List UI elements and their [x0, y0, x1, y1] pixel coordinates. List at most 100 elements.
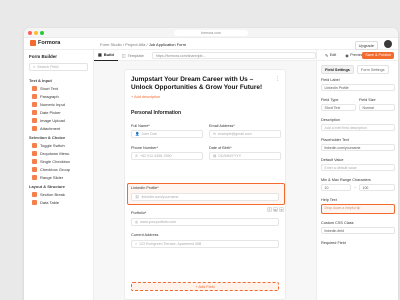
- paperclip-icon: [32, 125, 37, 131]
- dob-input[interactable]: ▤ DD/MM/YYYY: [209, 152, 281, 160]
- sidebar-item-label: Numeric Input: [40, 101, 65, 107]
- edit-button[interactable]: ✎ Edit: [325, 53, 336, 58]
- breadcrumb-item[interactable]: Project Alfa: [125, 42, 145, 47]
- sidebar-item-numeric-input[interactable]: Numeric Input: [24, 100, 93, 108]
- browser-url[interactable]: formora.com: [174, 30, 248, 36]
- upgrade-button[interactable]: Upgrade: [354, 40, 378, 50]
- minimize-dot-icon[interactable]: [34, 31, 38, 35]
- email-placeholder: example@gmail.com: [218, 132, 252, 136]
- sidebar-item-paragraph[interactable]: Paragraph: [24, 92, 93, 100]
- range-separator: –: [354, 185, 357, 189]
- sidebar-item-label: Date Picker: [40, 109, 61, 115]
- search-input[interactable]: ⌕ Search Field: [29, 63, 88, 71]
- field-label: Phone Number*: [131, 146, 159, 150]
- sidebar-item-label: Checkbox Group: [40, 166, 71, 172]
- form-canvas: Jumpstart Your Dream Career with Us – Un…: [94, 61, 316, 300]
- save-publish-button[interactable]: Save & Publish: [362, 52, 394, 59]
- more-options-icon[interactable]: ⋮: [275, 76, 280, 82]
- address-input[interactable]: ⌖ 123 Evergreen Terrace, Apartment 45B: [131, 240, 279, 248]
- settings-panel: Field Settings Form Settings Field Label…: [316, 61, 398, 300]
- sidebar-item-label: Single Checkbox: [40, 158, 71, 164]
- setting-label: Custom CSS Class: [321, 221, 354, 225]
- sidebar-item-attachment[interactable]: Attachment: [24, 124, 93, 132]
- css-class-input[interactable]: linkedin-field: [321, 227, 395, 234]
- help-text-input[interactable]: Drop down a helpful tip: [321, 204, 395, 214]
- field-label: Date of Birth*: [209, 146, 232, 150]
- linkedin-input[interactable]: ⛓ linkedin.com/yourname: [131, 193, 279, 201]
- maximize-dot-icon[interactable]: [40, 31, 44, 35]
- drag-handle-icon[interactable]: ⠿: [267, 207, 272, 212]
- add-description-link[interactable]: + Add description: [131, 95, 160, 99]
- build-icon: ▦: [98, 52, 102, 57]
- tab-form-settings[interactable]: Form Settings: [356, 65, 389, 74]
- section-title[interactable]: Personal Information: [131, 110, 181, 116]
- min-chars-input[interactable]: 10: [321, 184, 351, 191]
- sidebar-item-checkbox-group[interactable]: Checkbox Group: [24, 165, 93, 173]
- sidebar-item-range-slider[interactable]: Range Slider: [24, 173, 93, 181]
- dob-placeholder: DD/MM/YYYY: [218, 154, 242, 158]
- avatar[interactable]: [384, 40, 392, 48]
- sidebar-item-image-upload[interactable]: Image Upload: [24, 116, 93, 124]
- dropdown-icon: [32, 150, 37, 156]
- field-type-select[interactable]: Short Text: [321, 104, 356, 111]
- setting-label: Description: [321, 118, 340, 122]
- app-window: formora.com Formora Form Studio / Projec…: [24, 28, 398, 300]
- setting-label: Help Text: [321, 198, 337, 202]
- tab-field-settings[interactable]: Field Settings: [321, 65, 354, 74]
- email-input[interactable]: ✉ example@gmail.com: [209, 130, 281, 138]
- checkbox-group-icon: [32, 166, 37, 172]
- section-break-icon: [32, 191, 37, 197]
- sidebar-item-data-table[interactable]: Data Table: [24, 198, 93, 206]
- linkedin-placeholder: linkedin.com/yourname: [141, 195, 179, 199]
- sidebar-item-label: Attachment: [40, 125, 61, 131]
- field-size-select[interactable]: Normal: [359, 104, 395, 111]
- number-icon: [32, 101, 37, 107]
- sidebar-item-toggle-switch[interactable]: Toggle Switch: [24, 141, 93, 149]
- sidebar-item-single-checkbox[interactable]: Single Checkbox: [24, 157, 93, 165]
- sidebar: Form Builder ⌕ Search Field Text & Input…: [24, 50, 94, 300]
- full-name-input[interactable]: 👤 John Doe: [131, 130, 203, 138]
- phone-icon: ✆: [135, 154, 139, 158]
- add-field-button[interactable]: + Add Field: [131, 282, 279, 291]
- sidebar-item-dropdown-menu[interactable]: Dropdown Menu: [24, 149, 93, 157]
- sidebar-item-label: Short Text: [40, 85, 58, 91]
- field-label-input[interactable]: LinkedIn Profile: [321, 84, 395, 91]
- form-card: Jumpstart Your Dream Career with Us – Un…: [124, 69, 286, 300]
- default-value-input[interactable]: Enter a default value: [321, 164, 395, 171]
- field-label: LinkedIn Profile*: [131, 186, 159, 190]
- sidebar-title: Form Builder: [29, 54, 58, 59]
- sidebar-item-label: Range Slider: [40, 174, 64, 180]
- sidebar-item-short-text[interactable]: Short Text: [24, 84, 93, 92]
- description-input[interactable]: Add a brief field description: [321, 124, 395, 131]
- sidebar-item-label: Toggle Switch: [40, 142, 65, 148]
- tab-build-label: Build: [103, 52, 114, 57]
- max-chars-input[interactable]: 100: [359, 184, 395, 191]
- close-dot-icon[interactable]: [28, 31, 32, 35]
- copy-icon[interactable]: ⧉: [273, 207, 278, 212]
- setting-label: Field Size: [359, 98, 376, 102]
- tab-template-label: Template: [127, 52, 144, 58]
- tab-template[interactable]: ◫ Template: [118, 50, 148, 61]
- share-url-field[interactable]: https://formora.com/share/job...: [151, 51, 316, 59]
- search-icon: ⌕: [33, 65, 36, 69]
- browser-chrome: formora.com: [24, 28, 398, 38]
- setting-label: Min & Max Range Characters: [321, 178, 371, 182]
- trash-icon[interactable]: ✕: [279, 207, 284, 212]
- preview-button[interactable]: ◉ Preview: [345, 53, 363, 58]
- app-header: Formora Form Studio / Project Alfa / Job…: [24, 38, 398, 50]
- tab-build[interactable]: ▦ Build: [94, 50, 118, 61]
- sidebar-section-title: Selection & Choice: [29, 135, 66, 140]
- portfolio-input[interactable]: ◍ www.yourportfolio.com: [131, 218, 279, 226]
- brand-name: Formora: [38, 40, 61, 46]
- form-title[interactable]: Jumpstart Your Dream Career with Us – Un…: [131, 76, 271, 92]
- placeholder-text-input[interactable]: linkedin.com/yourname: [321, 144, 395, 151]
- brand[interactable]: Formora: [30, 40, 60, 46]
- setting-label: Default Value: [321, 158, 344, 162]
- phone-input[interactable]: ✆ +62 012-3456-7890: [131, 152, 203, 160]
- screenshot-frame: formora.com Formora Form Studio / Projec…: [0, 0, 400, 300]
- sidebar-section-title: Layout & Structure: [29, 184, 66, 189]
- breadcrumb-item[interactable]: Form Studio: [100, 42, 122, 47]
- sidebar-item-label: Dropdown Menu: [40, 150, 70, 156]
- sidebar-item-date-picker[interactable]: Date Picker: [24, 108, 93, 116]
- sidebar-item-section-break[interactable]: Section Break: [24, 190, 93, 198]
